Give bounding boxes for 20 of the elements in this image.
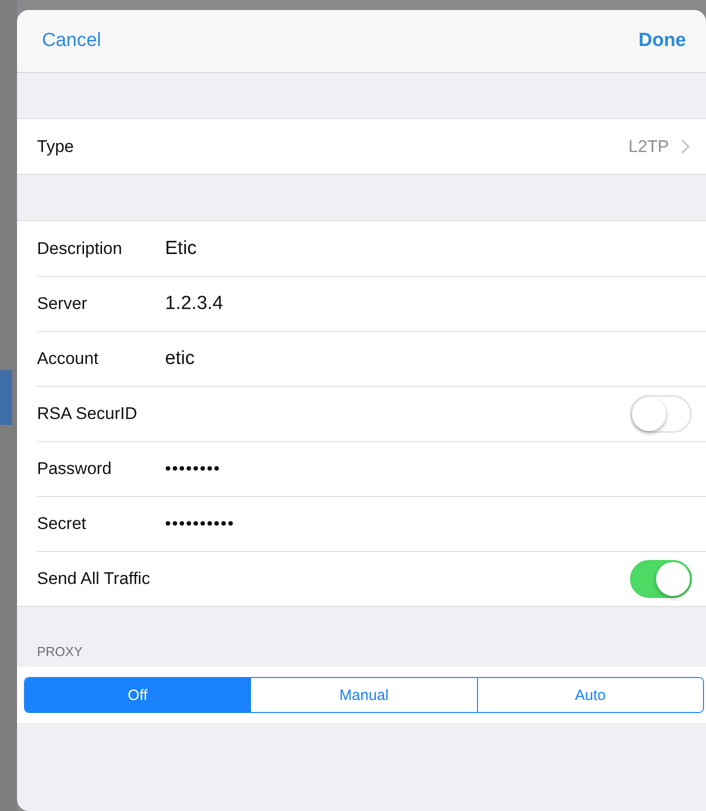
- password-field[interactable]: ••••••••: [165, 458, 221, 478]
- field-label: RSA SecurID: [37, 404, 138, 424]
- field-label: Account: [37, 348, 100, 368]
- field-label: Secret: [37, 514, 88, 534]
- field-value[interactable]: Etic: [165, 238, 197, 260]
- field-value[interactable]: etic: [165, 348, 195, 370]
- segment-option[interactable]: Auto: [476, 678, 703, 712]
- field-value[interactable]: 1.2.3.4: [165, 292, 224, 314]
- field-label: Description: [37, 238, 124, 258]
- password-field[interactable]: ••••••••••: [165, 514, 235, 534]
- chevron-icon: [681, 139, 690, 154]
- type-label: Type: [37, 136, 75, 156]
- type-value: L2TP: [628, 136, 669, 156]
- type-row[interactable]: Type L2TP: [17, 119, 706, 174]
- field-label: Server: [37, 294, 88, 314]
- section-header: PROXY: [36, 643, 84, 661]
- segment-option[interactable]: Off: [25, 678, 250, 712]
- toggle-switch[interactable]: [630, 560, 692, 598]
- field-label: Password: [37, 458, 113, 478]
- field-label: Send All Traffic: [37, 568, 152, 588]
